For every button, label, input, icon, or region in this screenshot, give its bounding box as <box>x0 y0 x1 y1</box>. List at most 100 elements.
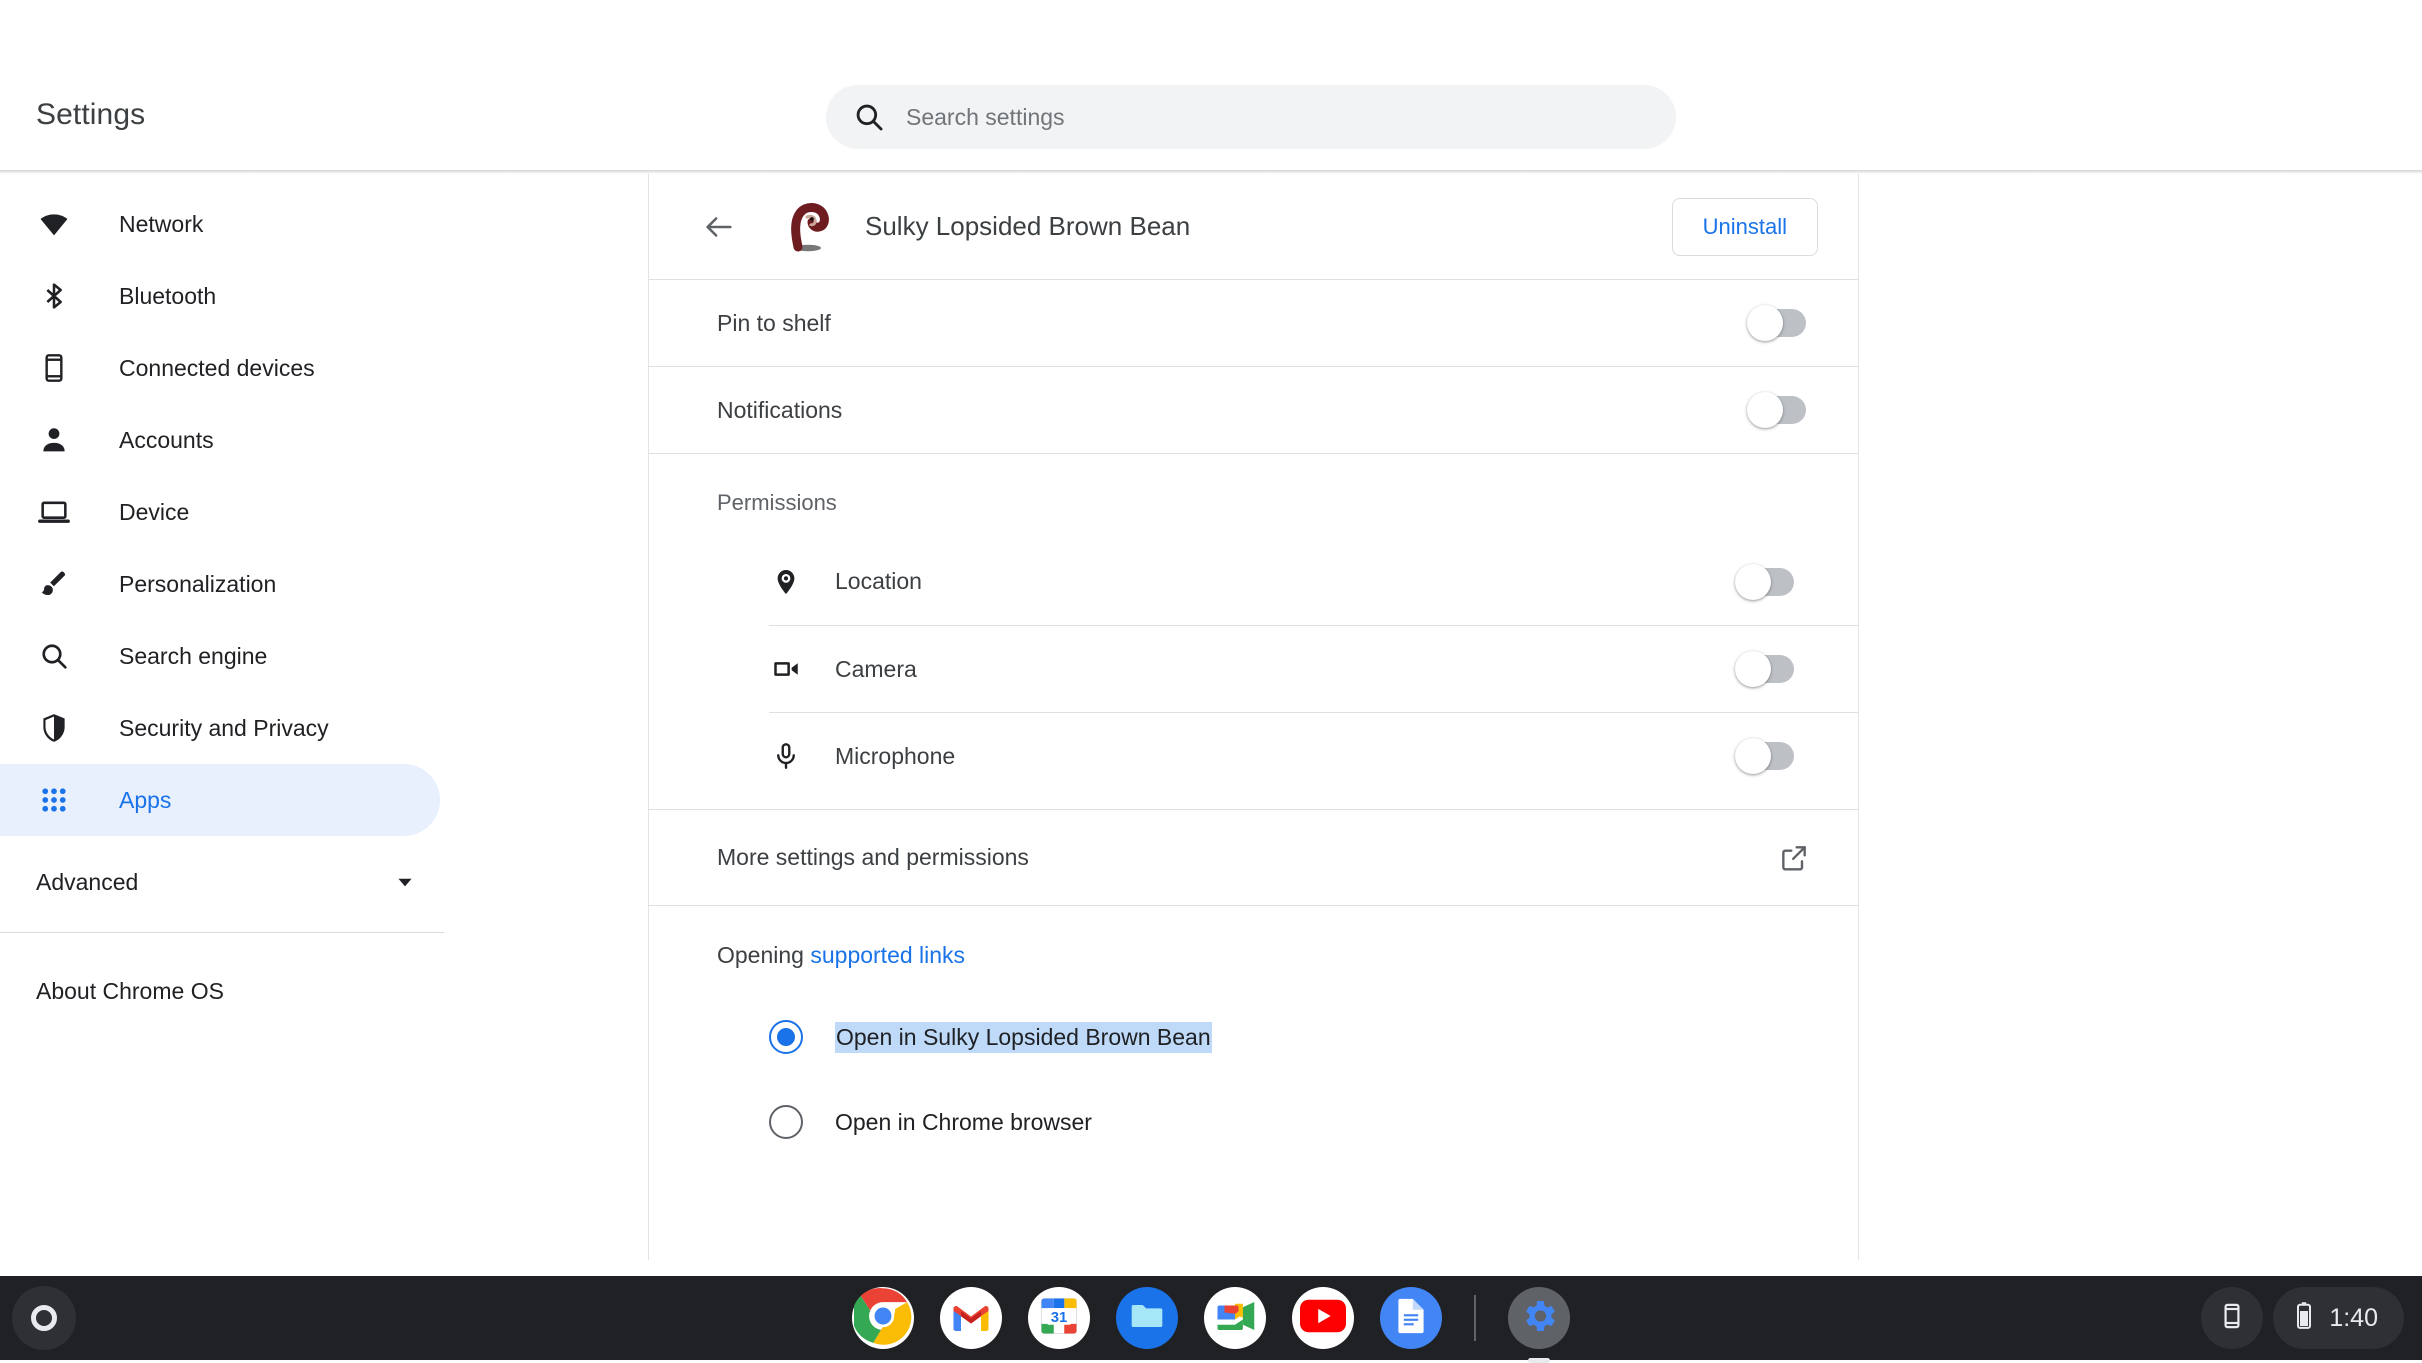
permission-label: Microphone <box>835 742 956 769</box>
notifications-toggle[interactable] <box>1747 392 1806 428</box>
search-box[interactable] <box>826 85 1676 149</box>
permission-row-location[interactable]: Location <box>769 538 1858 625</box>
search-icon <box>36 638 72 674</box>
video-camera-icon <box>769 652 803 686</box>
sidebar-item-label: Security and Privacy <box>119 714 329 741</box>
shelf-app-chrome[interactable] <box>852 1287 914 1349</box>
more-settings-and-permissions-row[interactable]: More settings and permissions <box>649 810 1858 906</box>
sidebar-item-bluetooth[interactable]: Bluetooth <box>0 260 440 332</box>
bluetooth-icon <box>36 278 72 314</box>
microphone-icon <box>769 739 803 773</box>
toggle-knob <box>1735 563 1771 600</box>
system-tray: 1:40 <box>2201 1287 2404 1349</box>
sidebar-advanced-label: Advanced <box>36 868 139 895</box>
sidebar-item-label: Apps <box>119 786 172 813</box>
toggle-knob <box>1747 305 1783 341</box>
shelf-app-settings[interactable] <box>1508 1287 1570 1349</box>
shelf-app-gmail[interactable] <box>940 1287 1002 1349</box>
shield-icon <box>36 710 72 746</box>
radio-label: Open in Sulky Lopsided Brown Bean <box>835 1021 1212 1053</box>
more-settings-label: More settings and permissions <box>717 844 1029 870</box>
clock-label: 1:40 <box>2329 1303 2378 1332</box>
notifications-label: Notifications <box>717 396 843 423</box>
sidebar-item-label: Connected devices <box>119 354 315 381</box>
app-detail-panel: Sulky Lopsided Brown Bean Uninstall Pin … <box>648 174 1859 1260</box>
person-icon <box>36 422 72 458</box>
supported-links-link[interactable]: supported links <box>810 942 965 968</box>
microphone-toggle[interactable] <box>1735 738 1794 774</box>
shelf-app-calendar[interactable]: 31 <box>1028 1287 1090 1349</box>
permission-label: Location <box>835 568 922 594</box>
sidebar-item-personalization[interactable]: Personalization <box>0 548 440 620</box>
shelf-app-files[interactable] <box>1116 1287 1178 1349</box>
phone-icon <box>36 350 72 386</box>
sidebar-item-network[interactable]: Network <box>0 188 440 260</box>
search-input[interactable] <box>906 103 1650 131</box>
radio-row-open-in-app[interactable]: Open in Sulky Lopsided Brown Bean <box>649 1009 1858 1065</box>
phone-hub-button[interactable] <box>2201 1287 2264 1349</box>
gmail-icon <box>951 1300 991 1337</box>
chrome-icon <box>852 1287 912 1350</box>
uninstall-button[interactable]: Uninstall <box>1671 197 1818 256</box>
launcher-circle-icon[interactable] <box>12 1286 76 1350</box>
sidebar-item-about-chrome-os[interactable]: About Chrome OS <box>0 955 647 1027</box>
sidebar-item-apps[interactable]: Apps <box>0 764 440 836</box>
permission-row-camera[interactable]: Camera <box>769 625 1858 712</box>
shelf-app-list: 31 <box>852 1287 1570 1349</box>
sidebar-item-label: Search engine <box>119 642 268 669</box>
brush-icon <box>36 566 72 602</box>
status-area-button[interactable]: 1:40 <box>2273 1287 2404 1349</box>
shelf-app-docs[interactable] <box>1380 1287 1442 1349</box>
gear-icon <box>1519 1296 1559 1341</box>
battery-icon <box>2293 1301 2315 1336</box>
right-filler <box>1860 174 2422 1260</box>
search-icon <box>852 100 886 134</box>
docs-icon <box>1396 1298 1426 1339</box>
chevron-down-icon <box>392 869 418 895</box>
location-toggle[interactable] <box>1735 563 1794 600</box>
permission-row-microphone[interactable]: Microphone <box>769 712 1858 799</box>
wifi-icon <box>36 206 72 242</box>
external-link-icon[interactable] <box>1778 842 1810 874</box>
pin-to-shelf-row[interactable]: Pin to shelf <box>649 280 1858 367</box>
toggle-knob <box>1747 392 1783 428</box>
pin-to-shelf-toggle[interactable] <box>1747 305 1806 341</box>
camera-toggle[interactable] <box>1735 651 1794 687</box>
toggle-knob <box>1735 651 1771 687</box>
pin-to-shelf-label: Pin to shelf <box>717 309 831 336</box>
calendar-icon: 31 <box>1038 1295 1080 1342</box>
shelf: 31 1:40 <box>0 1276 2422 1360</box>
sidebar-item-device[interactable]: Device <box>0 476 440 548</box>
arrow-left-icon[interactable] <box>693 201 745 253</box>
sidebar-item-label: Bluetooth <box>119 282 217 309</box>
apps-grid-icon <box>36 782 72 818</box>
supported-links-title: Opening supported links <box>649 942 1858 969</box>
page-title: Settings <box>36 98 146 131</box>
radio-button-open-in-app[interactable] <box>769 1020 803 1054</box>
youtube-icon <box>1300 1299 1346 1338</box>
sidebar-item-label: Device <box>119 498 190 525</box>
settings-body: Network Bluetooth Connected devices Acco… <box>0 174 2422 1260</box>
sidebar: Network Bluetooth Connected devices Acco… <box>0 174 648 1260</box>
shelf-app-meet[interactable] <box>1204 1287 1266 1349</box>
permissions-title: Permissions <box>717 490 837 515</box>
sidebar-item-label: Network <box>119 210 204 237</box>
sidebar-item-search-engine[interactable]: Search engine <box>0 620 440 692</box>
sidebar-item-connected-devices[interactable]: Connected devices <box>0 332 440 404</box>
radio-row-open-in-chrome[interactable]: Open in Chrome browser <box>649 1094 1858 1150</box>
brown-bean-app-icon <box>781 200 835 254</box>
shelf-app-youtube[interactable] <box>1292 1287 1354 1349</box>
sidebar-item-security-and-privacy[interactable]: Security and Privacy <box>0 692 440 764</box>
permissions-section: Permissions Location Camera Microphone <box>649 454 1858 810</box>
phone-hub-icon <box>2218 1302 2246 1335</box>
svg-text:31: 31 <box>1051 1310 1068 1326</box>
sidebar-item-label: Accounts <box>119 426 214 453</box>
radio-label: Open in Chrome browser <box>835 1108 1092 1135</box>
notifications-row[interactable]: Notifications <box>649 367 1858 454</box>
sidebar-item-accounts[interactable]: Accounts <box>0 404 440 476</box>
files-folder-icon <box>1130 1301 1164 1336</box>
meet-icon <box>1214 1298 1256 1339</box>
sidebar-about-label: About Chrome OS <box>36 977 224 1004</box>
sidebar-advanced-toggle[interactable]: Advanced <box>0 846 440 918</box>
radio-button-open-in-chrome[interactable] <box>769 1105 803 1139</box>
